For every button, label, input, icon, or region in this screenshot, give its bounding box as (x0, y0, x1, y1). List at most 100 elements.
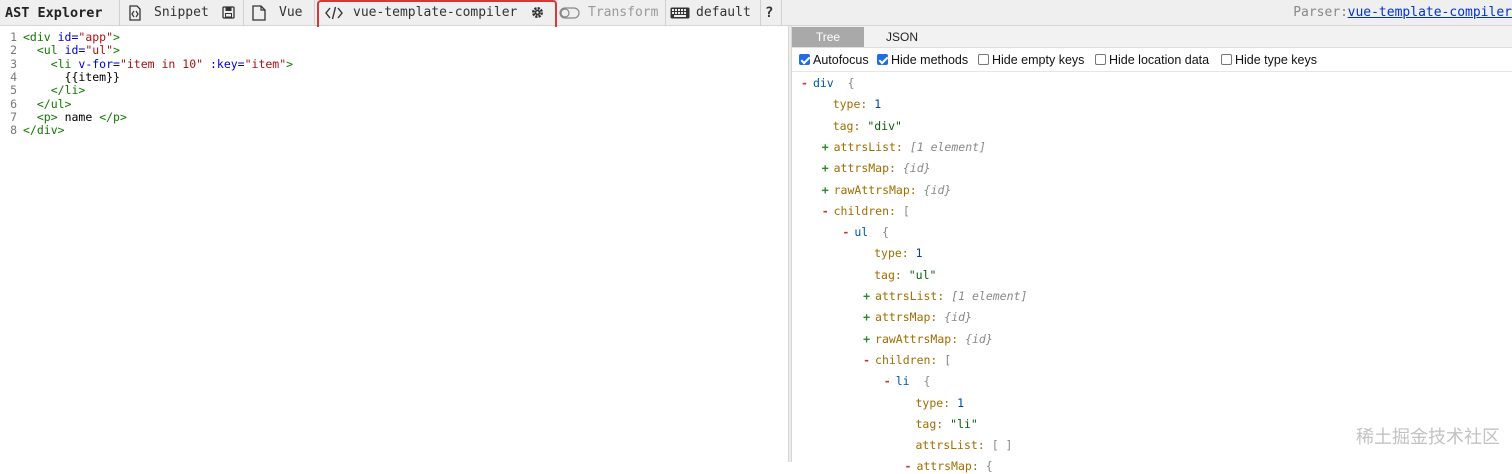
tree-value: {id} (923, 182, 952, 197)
hide-methods-checkbox[interactable] (877, 54, 888, 65)
tree-value: [1 element] (909, 139, 986, 154)
collapse-toggle[interactable]: - (822, 204, 829, 218)
tree-value: {id} (902, 161, 931, 176)
code-token: :key= (209, 56, 245, 71)
tree-value: {id} (944, 310, 972, 325)
parser-link[interactable]: vue-template-compiler (1348, 0, 1512, 26)
parser-select-button[interactable]: vue-template-compiler (319, 0, 551, 26)
expand-toggle[interactable]: + (822, 161, 829, 175)
autofocus-checkbox[interactable] (799, 54, 810, 65)
code-text: </ul> (23, 96, 72, 111)
gear-icon[interactable] (531, 6, 544, 19)
code-token: <div (23, 30, 58, 44)
tree-node[interactable]: + rawAttrsMap: {id} (822, 182, 952, 198)
code-token: <li (50, 56, 79, 71)
code-token: > (113, 43, 120, 58)
expand-toggle[interactable]: + (822, 183, 829, 197)
keyboard-icon (670, 7, 690, 19)
code-text: <div id="app"> (23, 30, 120, 44)
transform-toggle-button[interactable]: Transform (556, 0, 664, 26)
toolbar: AST Explorer Snippet Vue vue-template-co… (0, 0, 1512, 26)
tree-node: tag: "li" (916, 416, 978, 432)
tree-key: tag: (832, 118, 861, 133)
collapse-toggle[interactable]: - (801, 76, 808, 90)
expand-toggle[interactable]: + (863, 289, 870, 303)
language-label: Vue (279, 5, 303, 20)
tree-node: type: 1 (833, 96, 882, 112)
output-tabbar: Tree JSON (792, 26, 1512, 48)
tree-value: { (847, 76, 855, 90)
tree-value: "li" (950, 416, 978, 431)
tree-value: 1 (957, 395, 964, 410)
collapse-toggle[interactable]: - (863, 353, 870, 367)
tree-node: type: 1 (916, 395, 965, 411)
tree-node[interactable]: + attrsMap: {id} (863, 309, 972, 325)
tab-json[interactable]: JSON (864, 27, 940, 47)
line-number: 8 (10, 123, 17, 138)
tree-key: attrsMap: (875, 310, 938, 325)
code-text: </li> (23, 83, 86, 97)
tree-node[interactable]: + attrsList: [1 element] (863, 288, 1027, 304)
collapse-toggle[interactable]: - (905, 459, 912, 473)
tree-node[interactable]: - li { (884, 373, 931, 389)
tree-key: children: (833, 203, 896, 218)
tree-value: [ (902, 203, 910, 218)
transform-label: Transform (588, 5, 659, 20)
keymap-label: default (696, 5, 751, 20)
toolbar-divider (314, 0, 315, 26)
line-number: 1 (10, 30, 17, 44)
hide-empty-keys-checkbox[interactable] (978, 54, 989, 65)
tree-node[interactable]: - ul { (842, 224, 889, 240)
collapse-toggle[interactable]: - (884, 374, 891, 388)
tree-node[interactable]: - attrsMap: { (905, 458, 993, 474)
tree-node[interactable]: - children: [ (863, 352, 951, 368)
app-title: AST Explorer (5, 5, 103, 21)
option-label: Hide empty keys (992, 53, 1085, 67)
tree-key: attrsMap: (833, 161, 896, 176)
code-file-icon (129, 5, 141, 21)
collapse-toggle[interactable]: - (842, 225, 849, 239)
option-label: Autofocus (813, 53, 869, 67)
tree-node[interactable]: - div { (801, 75, 855, 91)
tree-options: Autofocus Hide methods Hide empty keys H… (792, 48, 1512, 72)
tree-node[interactable]: + attrsMap: {id} (822, 160, 931, 176)
expand-toggle[interactable]: + (863, 310, 870, 324)
tab-tree[interactable]: Tree (792, 27, 864, 47)
snippet-menu-button[interactable]: Snippet (120, 0, 242, 26)
tree-key: attrsList: (875, 289, 945, 303)
hide-type-keys-checkbox[interactable] (1221, 54, 1232, 65)
expand-toggle[interactable]: + (863, 332, 870, 346)
code-token: name (57, 109, 100, 124)
tree-key: li (895, 374, 910, 389)
option-label: Hide location data (1109, 53, 1210, 67)
code-editor[interactable]: 1 <div id="app"> 2 <ul id="ul"> 3 <li v-for… (0, 27, 788, 462)
tree-key: type: (832, 97, 868, 112)
tree-key: tag: (874, 267, 902, 282)
tree-node[interactable]: - children: [ (822, 203, 910, 219)
tree-key: attrsMap: (916, 459, 979, 474)
help-button[interactable]: ? (765, 0, 773, 26)
language-select-button[interactable]: Vue (244, 0, 310, 26)
toggle-off-icon (559, 7, 580, 19)
tree-value: { (985, 459, 993, 474)
save-icon[interactable] (222, 6, 235, 19)
snippet-label: Snippet (154, 5, 209, 20)
keymap-select-button[interactable]: default (666, 0, 760, 26)
line-number: 6 (10, 96, 17, 111)
watermark: 稀土掘金技术社区 (1356, 427, 1500, 448)
tree-node[interactable]: + attrsList: [1 element] (822, 139, 986, 155)
tree-key: attrsList: (915, 438, 985, 453)
line-number: 4 (10, 69, 17, 84)
tree-node: tag: "div" (833, 118, 902, 134)
expand-toggle[interactable]: + (822, 140, 829, 154)
tree-key: ul (854, 225, 869, 240)
tree-node[interactable]: + rawAttrsMap: {id} (863, 331, 993, 347)
code-token: </ul> (36, 96, 72, 111)
hide-location-data-checkbox[interactable] (1095, 54, 1106, 65)
tree-node: tag: "ul" (874, 267, 936, 283)
code-token: id= (57, 30, 79, 44)
